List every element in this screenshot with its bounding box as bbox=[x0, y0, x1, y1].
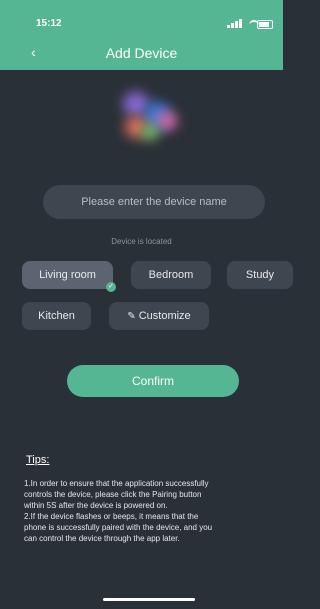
device-image bbox=[113, 86, 191, 150]
room-button-bedroom[interactable]: Bedroom bbox=[131, 261, 211, 289]
tips-line: phone is successfully paired with the de… bbox=[24, 523, 213, 532]
tips-line: controls the device, please click the Pa… bbox=[24, 490, 202, 499]
room-button-study[interactable]: Study bbox=[227, 261, 293, 289]
signal-icon bbox=[227, 19, 245, 28]
status-time: 15:12 bbox=[36, 18, 62, 29]
tips-line: 1.In order to ensure that the applicatio… bbox=[24, 479, 209, 488]
room-button-living-room[interactable]: Living room ✓ bbox=[22, 261, 116, 292]
page-title: Add Device bbox=[105, 45, 178, 61]
tips-line: can control the device through the app l… bbox=[24, 534, 180, 543]
header-bar: 15:12 ‹ Add Device bbox=[0, 0, 283, 70]
room-label: Study bbox=[245, 269, 275, 281]
tips-title: Tips: bbox=[26, 454, 50, 466]
room-label: Customize bbox=[138, 310, 191, 322]
pencil-icon: ✎ bbox=[127, 311, 136, 322]
room-label: Living room bbox=[39, 269, 96, 281]
tips-text: 1.In order to ensure that the applicatio… bbox=[24, 478, 284, 544]
room-button-kitchen[interactable]: Kitchen bbox=[22, 302, 91, 330]
room-label: Bedroom bbox=[148, 269, 194, 281]
tips-line: within 5S after the device is powered on… bbox=[24, 501, 168, 510]
tips-line: 2.If the device flashes or beeps, it mea… bbox=[24, 512, 199, 521]
location-label: Device is located bbox=[111, 237, 172, 246]
battery-icon bbox=[257, 20, 273, 29]
check-icon: ✓ bbox=[106, 282, 116, 292]
confirm-button[interactable]: Confirm bbox=[67, 365, 239, 397]
status-icons bbox=[227, 19, 273, 29]
home-indicator[interactable] bbox=[103, 598, 195, 601]
room-button-customize[interactable]: ✎ Customize bbox=[109, 302, 209, 330]
room-label: Kitchen bbox=[38, 310, 75, 322]
device-name-input[interactable] bbox=[43, 185, 265, 219]
